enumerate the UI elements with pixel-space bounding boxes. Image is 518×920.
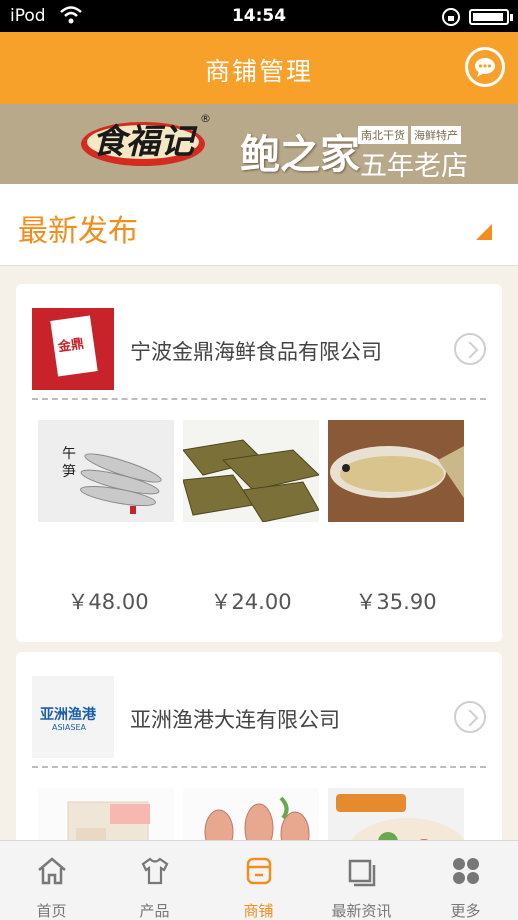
chevron-right-icon[interactable]	[454, 701, 486, 733]
battery-icon	[469, 9, 513, 25]
shop-card[interactable]: 亚洲渔港 ASIASEA 亚洲渔港大连有限公司	[16, 652, 502, 852]
brand-logo: 食福记	[78, 114, 208, 170]
news-icon	[348, 859, 376, 887]
grid-icon	[453, 858, 479, 884]
product-price: ￥35.90	[355, 590, 437, 614]
banner-tag: 南北干货	[358, 126, 408, 144]
svg-text:午: 午	[62, 446, 76, 462]
chat-button[interactable]	[465, 47, 505, 87]
bottom-tab-bar: 首页 产品 商铺 最新资讯 更多	[0, 840, 518, 920]
section-title: 最新发布	[18, 214, 138, 249]
registered-mark: ®	[200, 112, 211, 125]
shop-logo-mark: 金鼎	[50, 315, 98, 377]
shop-logo: 金鼎	[32, 308, 114, 390]
chat-bubble-icon	[475, 58, 495, 77]
shop-card[interactable]: 金鼎 宁波金鼎海鲜食品有限公司 午 笋 ￥48.00 ￥24.00 ￥35.90	[16, 284, 502, 642]
promo-banner[interactable]: 食福记 ® 鲍之家 南北干货 海鲜特产 五年老店	[0, 104, 518, 184]
product-price: ￥24.00	[210, 590, 292, 614]
banner-tag: 海鲜特产	[411, 126, 461, 144]
svg-text:笋: 笋	[62, 463, 76, 480]
divider	[32, 398, 486, 400]
product-price: ￥48.00	[67, 590, 149, 614]
tab-label: 更多	[450, 902, 481, 920]
banner-brand: 鲍之家	[240, 131, 360, 178]
page-title: 商铺管理	[204, 57, 313, 86]
tab-news[interactable]: 最新资讯	[310, 841, 413, 920]
tab-label: 首页	[36, 902, 67, 920]
shop-name: 宁波金鼎海鲜食品有限公司	[130, 340, 382, 364]
rotation-lock-icon	[442, 8, 460, 26]
banner-tags: 南北干货 海鲜特产	[358, 124, 464, 144]
shirt-icon	[141, 857, 169, 885]
tab-label: 最新资讯	[331, 902, 392, 920]
store-icon	[246, 857, 272, 885]
app-header: 商铺管理	[0, 32, 518, 104]
shop-logo-subtext: ASIASEA	[52, 723, 86, 732]
latest-section-header[interactable]: 最新发布	[0, 184, 518, 266]
shop-logo-text: 亚洲渔港	[40, 707, 96, 723]
tab-shops[interactable]: 商铺	[207, 841, 310, 920]
product-image[interactable]: 午 笋	[38, 420, 174, 522]
tab-label: 商铺	[243, 902, 274, 920]
status-bar: iPod 14:54	[0, 0, 518, 32]
home-icon	[38, 857, 66, 885]
tab-label: 产品	[139, 902, 170, 920]
tab-more[interactable]: 更多	[414, 841, 517, 920]
shop-name: 亚洲渔港大连有限公司	[130, 708, 340, 732]
divider	[32, 766, 486, 768]
corner-arrow-icon	[476, 224, 492, 240]
shop-logo: 亚洲渔港 ASIASEA	[32, 676, 114, 758]
product-image[interactable]	[328, 420, 464, 522]
chevron-right-icon[interactable]	[454, 333, 486, 365]
tab-home[interactable]: 首页	[0, 841, 103, 920]
logo-text: 食福记	[92, 122, 194, 162]
product-image[interactable]	[183, 420, 319, 522]
tab-products[interactable]: 产品	[103, 841, 206, 920]
banner-slogan: 五年老店	[360, 151, 468, 182]
